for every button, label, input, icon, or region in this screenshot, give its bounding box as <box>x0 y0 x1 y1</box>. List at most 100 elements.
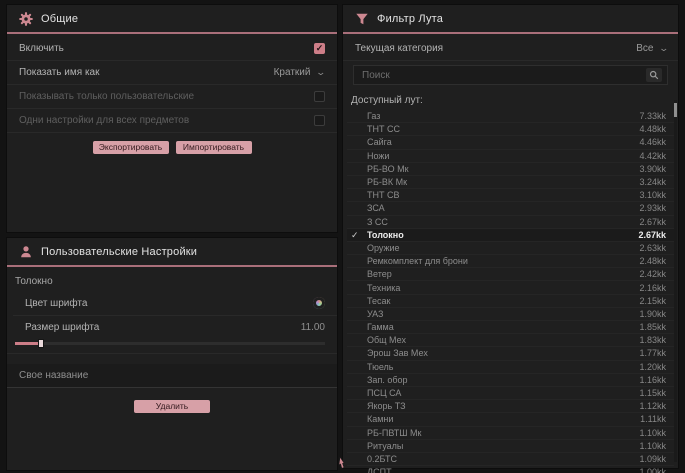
search-button[interactable] <box>646 68 662 82</box>
same-settings-row: Одни настройки для всех предметов <box>7 109 337 133</box>
loot-list-item[interactable]: ✓ Ритуалы 1.10kk <box>347 440 674 453</box>
loot-list-scrollbar[interactable] <box>674 100 677 462</box>
loot-list-item[interactable]: ✓ РБ-ВО Мк 3.90kk <box>347 163 674 176</box>
loot-list-item[interactable]: ✓ Эрош Зав Мех 1.77kk <box>347 347 674 360</box>
loot-list-item[interactable]: ✓ Ножи 4.42kk <box>347 150 674 163</box>
loot-item-value: 1.00kk <box>639 467 666 473</box>
funnel-icon <box>355 12 369 26</box>
loot-list-item[interactable]: ✓ Якорь ТЗ 1.12kk <box>347 400 674 413</box>
loot-list: ✓ Газ 7.33kk ✓ ТНТ СС 4.48kk ✓ Сайга 4.4… <box>347 110 674 473</box>
import-button[interactable]: Импортировать <box>176 141 252 154</box>
delete-button[interactable]: Удалить <box>134 400 210 413</box>
loot-list-item[interactable]: ✓ Гамма 1.85kk <box>347 321 674 334</box>
loot-list-item[interactable]: ✓ РБ-ПВТШ Мк 1.10kk <box>347 427 674 440</box>
custom-panel-title: Пользовательские Настройки <box>41 246 197 258</box>
loot-list-item[interactable]: ✓ Оружие 2.63kk <box>347 242 674 255</box>
loot-item-value: 2.16kk <box>639 283 666 293</box>
custom-panel-header: Пользовательские Настройки <box>7 238 337 265</box>
loot-item-name: Газ <box>367 111 380 121</box>
loot-list-item[interactable]: ✓ Сайга 4.46kk <box>347 136 674 149</box>
loot-item-value: 4.48kk <box>639 124 666 134</box>
loot-list-item[interactable]: ✓ Ветер 2.42kk <box>347 268 674 281</box>
category-select[interactable]: Все ⌄ <box>636 43 668 54</box>
loot-item-name: З СС <box>367 217 388 227</box>
loot-item-name: Зап. обор <box>367 375 408 385</box>
loot-item-value: 3.90kk <box>639 164 666 174</box>
slider-thumb[interactable] <box>39 340 43 347</box>
chevron-down-icon: ⌄ <box>659 43 670 54</box>
export-button[interactable]: Экспортировать <box>93 141 169 154</box>
font-size-slider-wrap <box>7 339 337 354</box>
loot-list-item[interactable]: ✓ Техника 2.16kk <box>347 281 674 294</box>
show-name-row: Показать имя как Краткий ⌄ <box>7 61 337 85</box>
loot-item-value: 1.16kk <box>639 375 666 385</box>
slider-fill <box>15 342 41 345</box>
loot-item-value: 1.90kk <box>639 309 666 319</box>
loot-list-item[interactable]: ✓ Тесак 2.15kk <box>347 295 674 308</box>
enable-row: Включить ✓ <box>7 37 337 61</box>
font-size-slider[interactable] <box>15 342 325 345</box>
only-custom-checkbox[interactable] <box>314 91 325 102</box>
loot-list-item[interactable]: ✓ Толокно 2.67kk <box>347 229 674 242</box>
loot-item-name: Ритуалы <box>367 441 403 451</box>
export-import-row: Экспортировать Импортировать <box>7 133 337 160</box>
loot-item-value: 2.42kk <box>639 269 666 279</box>
available-loot-label: Доступный лут: <box>343 87 678 110</box>
show-name-value: Краткий <box>274 67 311 78</box>
loot-item-value: 4.46kk <box>639 137 666 147</box>
scrollbar-thumb[interactable] <box>674 103 677 117</box>
loot-item-value: 2.67kk <box>639 217 666 227</box>
font-size-row: Размер шрифта 11.00 <box>13 316 337 339</box>
loot-item-value: 3.10kk <box>639 190 666 200</box>
loot-list-item[interactable]: ✓ Общ Мех 1.83kk <box>347 334 674 347</box>
chevron-down-icon: ⌄ <box>316 67 327 78</box>
loot-list-item[interactable]: ✓ З СС 2.67kk <box>347 216 674 229</box>
only-custom-label: Показывать только пользовательские <box>19 91 194 102</box>
loot-list-item[interactable]: ✓ ТНТ СВ 3.10kk <box>347 189 674 202</box>
loot-list-item[interactable]: ✓ РБ-ВК Мк 3.24kk <box>347 176 674 189</box>
same-settings-checkbox[interactable] <box>314 115 325 126</box>
loot-list-item[interactable]: ✓ ЗСА 2.93kk <box>347 202 674 215</box>
loot-list-item[interactable]: ✓ Тюель 1.20kk <box>347 361 674 374</box>
enable-checkbox[interactable]: ✓ <box>314 43 325 54</box>
loot-list-item[interactable]: ✓ УАЗ 1.90kk <box>347 308 674 321</box>
loot-item-name: Оружие <box>367 243 400 253</box>
loot-item-name: 0.2БТС <box>367 454 397 464</box>
cursor-icon <box>337 457 347 469</box>
custom-settings-panel: Пользовательские Настройки Толокно Цвет … <box>7 238 337 470</box>
loot-item-value: 2.15kk <box>639 296 666 306</box>
loot-list-item[interactable]: ✓ 0.2БТС 1.09kk <box>347 453 674 466</box>
show-name-select[interactable]: Краткий ⌄ <box>274 67 325 78</box>
selected-item-label: Толокно <box>7 267 337 291</box>
loot-list-item[interactable]: ✓ Камни 1.11kk <box>347 413 674 426</box>
loot-list-item[interactable]: ✓ ДСПТ 1.00kk <box>347 466 674 473</box>
loot-item-name: УАЗ <box>367 309 383 319</box>
loot-item-name: Ножи <box>367 151 389 161</box>
loot-item-name: Эрош Зав Мех <box>367 348 428 358</box>
search-placeholder: Поиск <box>362 70 390 81</box>
loot-list-item[interactable]: ✓ Газ 7.33kk <box>347 110 674 123</box>
search-input[interactable]: Поиск <box>353 65 668 85</box>
loot-item-name: Ремкомплект для брони <box>367 256 468 266</box>
custom-name-input[interactable]: Свое название <box>7 364 337 388</box>
loot-item-value: 2.48kk <box>639 256 666 266</box>
loot-item-value: 1.15kk <box>639 388 666 398</box>
loot-list-item[interactable]: ✓ ПСЦ СА 1.15kk <box>347 387 674 400</box>
category-row: Текущая категория Все ⌄ <box>343 37 678 61</box>
color-picker-icon[interactable] <box>313 297 325 309</box>
loot-item-name: Ветер <box>367 269 392 279</box>
loot-item-name: ТНТ СВ <box>367 190 400 200</box>
category-value: Все <box>636 43 653 54</box>
loot-item-value: 3.24kk <box>639 177 666 187</box>
general-panel-underline <box>7 32 337 34</box>
loot-item-name: Камни <box>367 414 393 424</box>
loot-item-name: РБ-ПВТШ Мк <box>367 428 421 438</box>
loot-list-item[interactable]: ✓ ТНТ СС 4.48kk <box>347 123 674 136</box>
loot-item-name: Гамма <box>367 322 394 332</box>
loot-item-value: 2.67kk <box>638 230 666 240</box>
loot-item-name: ПСЦ СА <box>367 388 401 398</box>
loot-item-name: Общ Мех <box>367 335 406 345</box>
check-icon: ✓ <box>316 44 324 53</box>
loot-list-item[interactable]: ✓ Зап. обор 1.16kk <box>347 374 674 387</box>
loot-list-item[interactable]: ✓ Ремкомплект для брони 2.48kk <box>347 255 674 268</box>
